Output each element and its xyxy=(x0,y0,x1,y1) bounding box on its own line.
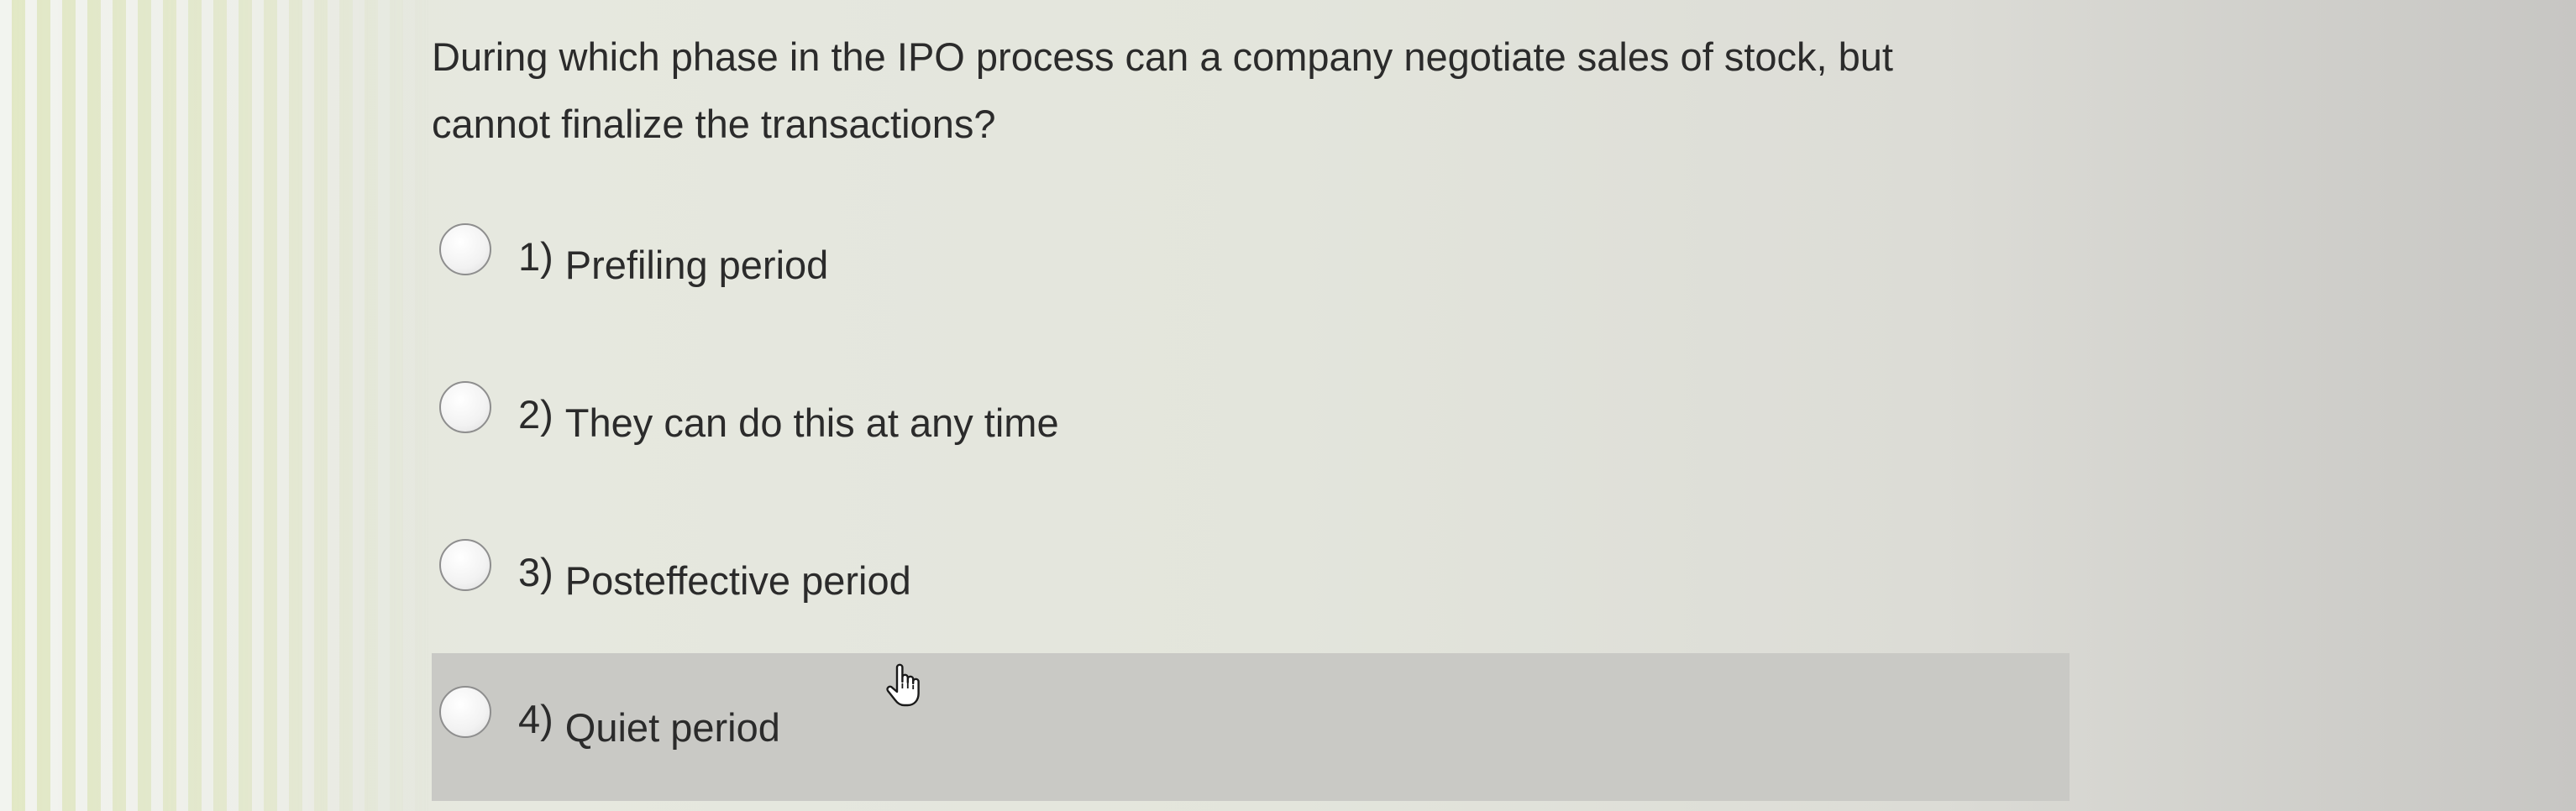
answer-option-4[interactable]: 4) Quiet period xyxy=(432,653,2070,801)
radio-button-4[interactable] xyxy=(439,686,491,738)
option-number-4: 4) xyxy=(518,696,553,741)
option-number-1: 1) xyxy=(518,233,553,279)
option-number-3: 3) xyxy=(518,549,553,594)
answer-option-3[interactable]: 3) Posteffective period xyxy=(432,526,2070,635)
option-label-3: Posteffective period xyxy=(564,557,911,603)
question-text: During which phase in the IPO process ca… xyxy=(432,24,2128,158)
screen-moire-pattern xyxy=(0,0,437,811)
option-number-2: 2) xyxy=(518,391,553,437)
radio-button-1[interactable] xyxy=(439,223,491,275)
option-label-2: They can do this at any time xyxy=(564,400,1059,445)
radio-button-2[interactable] xyxy=(439,381,491,433)
radio-button-3[interactable] xyxy=(439,539,491,591)
option-label-1: Prefiling period xyxy=(564,242,829,287)
answer-option-2[interactable]: 2) They can do this at any time xyxy=(432,368,2070,477)
answer-option-1[interactable]: 1) Prefiling period xyxy=(432,210,2070,319)
question-line-1: During which phase in the IPO process ca… xyxy=(432,34,1893,79)
option-label-4: Quiet period xyxy=(564,704,780,750)
question-line-2: cannot finalize the transactions? xyxy=(432,102,996,146)
hand-pointer-icon xyxy=(886,663,920,707)
